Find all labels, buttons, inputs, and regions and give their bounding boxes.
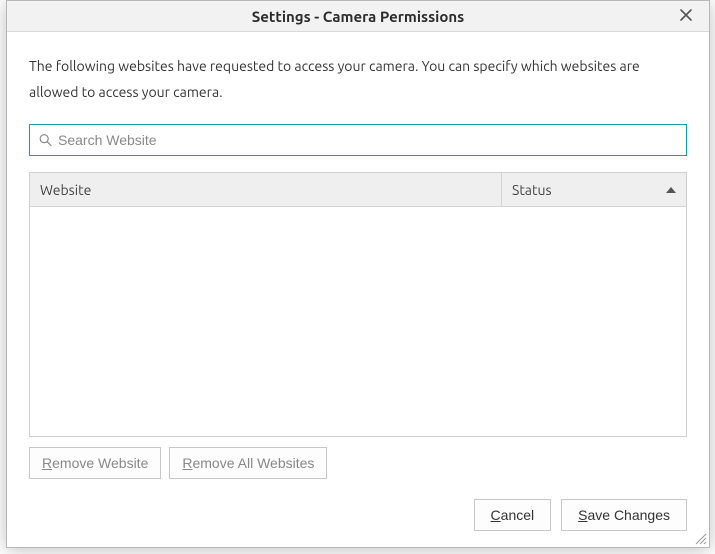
- table-header: Website Status: [30, 173, 686, 207]
- table-body: [30, 207, 686, 436]
- remove-all-mnemonic: R: [182, 455, 192, 471]
- search-icon: [39, 134, 52, 147]
- dialog-body: The following websites have requested to…: [7, 32, 709, 547]
- remove-website-button[interactable]: Remove Website: [29, 447, 161, 479]
- cancel-rest: ancel: [501, 507, 534, 523]
- column-header-status[interactable]: Status: [501, 173, 686, 206]
- save-changes-button[interactable]: Save Changes: [561, 499, 687, 531]
- save-mnemonic: S: [578, 507, 587, 523]
- close-icon: [679, 8, 693, 25]
- remove-all-websites-button[interactable]: Remove All Websites: [169, 447, 327, 479]
- remove-website-rest: emove Website: [52, 455, 148, 471]
- column-header-website[interactable]: Website: [30, 173, 501, 206]
- websites-table: Website Status: [29, 172, 687, 437]
- remove-website-mnemonic: R: [42, 455, 52, 471]
- search-input[interactable]: [29, 124, 687, 156]
- titlebar: Settings - Camera Permissions: [7, 1, 709, 32]
- close-button[interactable]: [673, 3, 699, 29]
- search-wrap: [29, 124, 687, 156]
- sort-asc-icon: [666, 187, 676, 193]
- description-text: The following websites have requested to…: [29, 54, 687, 106]
- save-rest: ave Changes: [587, 507, 670, 523]
- settings-dialog: Settings - Camera Permissions The follow…: [6, 0, 710, 548]
- row-actions: Remove Website Remove All Websites: [29, 447, 687, 479]
- remove-all-rest: emove All Websites: [192, 455, 314, 471]
- dialog-title: Settings - Camera Permissions: [252, 8, 465, 25]
- column-header-status-label: Status: [512, 182, 552, 198]
- dialog-footer: Cancel Save Changes: [29, 479, 687, 531]
- cancel-button[interactable]: Cancel: [474, 499, 552, 531]
- cancel-mnemonic: C: [491, 507, 501, 523]
- resize-grip-icon[interactable]: [693, 531, 707, 545]
- column-header-website-label: Website: [40, 182, 91, 198]
